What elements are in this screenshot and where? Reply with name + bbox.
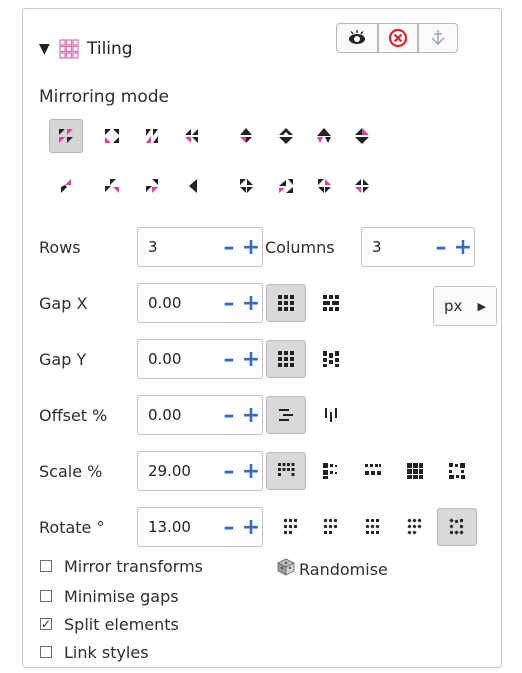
rows-spinbox[interactable]: 3 – +: [137, 227, 263, 267]
panel-header[interactable]: ▼ Tiling: [39, 36, 133, 62]
columns-label: Columns: [265, 238, 335, 257]
panel-title: Tiling: [87, 39, 133, 59]
link-styles-label: Link styles: [64, 642, 149, 662]
gap-y-label: Gap Y: [39, 350, 87, 369]
gap-x-label: Gap X: [39, 294, 88, 313]
gap-grid-staggered-icon[interactable]: [311, 284, 351, 322]
rows-label: Rows: [39, 238, 81, 257]
columns-spinbox[interactable]: 3 – +: [361, 227, 475, 267]
mirror-transforms-checkbox[interactable]: Mirror transforms: [40, 555, 203, 577]
mirror-mode-pg-button[interactable]: [175, 119, 209, 153]
offset-spinbox[interactable]: 0.00 – +: [137, 395, 263, 435]
scale-decreasing-icon[interactable]: [311, 452, 351, 490]
plus-icon[interactable]: +: [240, 340, 262, 378]
rotate-spinbox[interactable]: 13.00 – +: [137, 507, 263, 547]
mirror-transforms-label: Mirror transforms: [64, 556, 203, 576]
rotate-value[interactable]: 13.00: [138, 518, 218, 536]
checkbox-unchecked-icon[interactable]: [40, 646, 52, 658]
plus-icon[interactable]: +: [240, 228, 262, 266]
offset-columns-icon[interactable]: [311, 396, 351, 434]
minus-icon[interactable]: –: [218, 452, 240, 490]
gap-x-spinbox[interactable]: 0.00 – +: [137, 283, 263, 323]
minimise-gaps-checkbox[interactable]: Minimise gaps: [40, 585, 179, 607]
mirror-mode-cmm-button[interactable]: [49, 169, 83, 203]
rotate-label: Rotate °: [39, 518, 105, 537]
scale-increasing-icon[interactable]: [353, 452, 393, 490]
mirror-mode-pgg-button[interactable]: [345, 119, 379, 153]
caret-down-icon[interactable]: ▼: [39, 41, 55, 57]
offset-value[interactable]: 0.00: [138, 406, 218, 424]
split-elements-checkbox[interactable]: ✓ Split elements: [40, 613, 179, 635]
gap-y-grid-staggered-icon[interactable]: [311, 340, 351, 378]
anchor-icon[interactable]: [418, 23, 458, 53]
mirror-mode-p31m-button[interactable]: [269, 169, 303, 203]
split-elements-label: Split elements: [64, 614, 179, 634]
triangle-right-icon: ▶: [477, 299, 486, 313]
mirror-mode-pmg-button[interactable]: [307, 119, 341, 153]
plus-icon[interactable]: +: [240, 508, 262, 546]
plus-icon[interactable]: +: [240, 284, 262, 322]
columns-value[interactable]: 3: [362, 238, 430, 256]
rotate-cumulative-icon[interactable]: [395, 508, 435, 546]
gap-y-spinbox[interactable]: 0.00 – +: [137, 339, 263, 379]
offset-label: Offset %: [39, 406, 108, 425]
plus-icon[interactable]: +: [240, 396, 262, 434]
unit-dropdown[interactable]: px ▶: [433, 286, 497, 326]
minus-icon[interactable]: –: [218, 228, 240, 266]
gap-y-grid-uniform-icon[interactable]: [266, 340, 306, 378]
mirror-mode-p4m-button[interactable]: [135, 169, 169, 203]
gap-grid-uniform-icon[interactable]: [266, 284, 306, 322]
unit-label: px: [444, 297, 463, 315]
rotate-random-icon[interactable]: [437, 508, 477, 546]
mirror-mode-p6-button[interactable]: [345, 169, 379, 203]
mirroring-mode-label: Mirroring mode: [39, 87, 169, 107]
checkbox-unchecked-icon[interactable]: [40, 560, 52, 572]
rotate-uniform-icon[interactable]: [271, 508, 311, 546]
scale-label: Scale %: [39, 462, 103, 481]
visibility-eye-icon[interactable]: [336, 23, 378, 53]
rotate-rows-icon[interactable]: [353, 508, 393, 546]
plus-icon[interactable]: +: [452, 228, 474, 266]
checkbox-unchecked-icon[interactable]: [40, 590, 52, 602]
rows-value[interactable]: 3: [138, 238, 218, 256]
tiling-panel: ▼ Tiling Mirroring mode Rows 3 – + Colum…: [22, 8, 502, 668]
checkbox-checked-icon[interactable]: ✓: [40, 618, 52, 630]
tiling-grid-icon: [59, 39, 79, 59]
mirror-mode-p3-button[interactable]: [229, 169, 263, 203]
scale-full-icon[interactable]: [395, 452, 435, 490]
gap-y-value[interactable]: 0.00: [138, 350, 218, 368]
mirror-mode-pmm-button[interactable]: [269, 119, 303, 153]
dice-icon: [277, 558, 295, 580]
minus-icon[interactable]: –: [218, 396, 240, 434]
minus-icon[interactable]: –: [218, 284, 240, 322]
mirror-mode-p2-button[interactable]: [95, 119, 129, 153]
mirror-mode-cm-button[interactable]: [229, 119, 263, 153]
link-styles-checkbox[interactable]: Link styles: [40, 641, 149, 663]
mirror-mode-p4g-button[interactable]: [175, 169, 209, 203]
gap-x-value[interactable]: 0.00: [138, 294, 218, 312]
randomise-label: Randomise: [299, 559, 388, 579]
minus-icon[interactable]: –: [218, 508, 240, 546]
rotate-alternate-icon[interactable]: [311, 508, 351, 546]
close-circle-icon[interactable]: [378, 23, 418, 53]
minus-icon[interactable]: –: [430, 228, 452, 266]
minimise-gaps-label: Minimise gaps: [64, 586, 179, 606]
scale-random-icon[interactable]: [437, 452, 477, 490]
scale-uniform-icon[interactable]: [266, 452, 306, 490]
mirror-mode-p1-button[interactable]: [49, 119, 83, 153]
minus-icon[interactable]: –: [218, 340, 240, 378]
offset-rows-icon[interactable]: [266, 396, 306, 434]
mirror-mode-pm-button[interactable]: [135, 119, 169, 153]
plus-icon[interactable]: +: [240, 452, 262, 490]
scale-spinbox[interactable]: 29.00 – +: [137, 451, 263, 491]
mirror-mode-p4-button[interactable]: [95, 169, 129, 203]
header-buttons: [336, 23, 493, 55]
mirror-mode-p3m1-button[interactable]: [307, 169, 341, 203]
scale-value[interactable]: 29.00: [138, 462, 218, 480]
randomise-button[interactable]: Randomise: [277, 558, 388, 580]
